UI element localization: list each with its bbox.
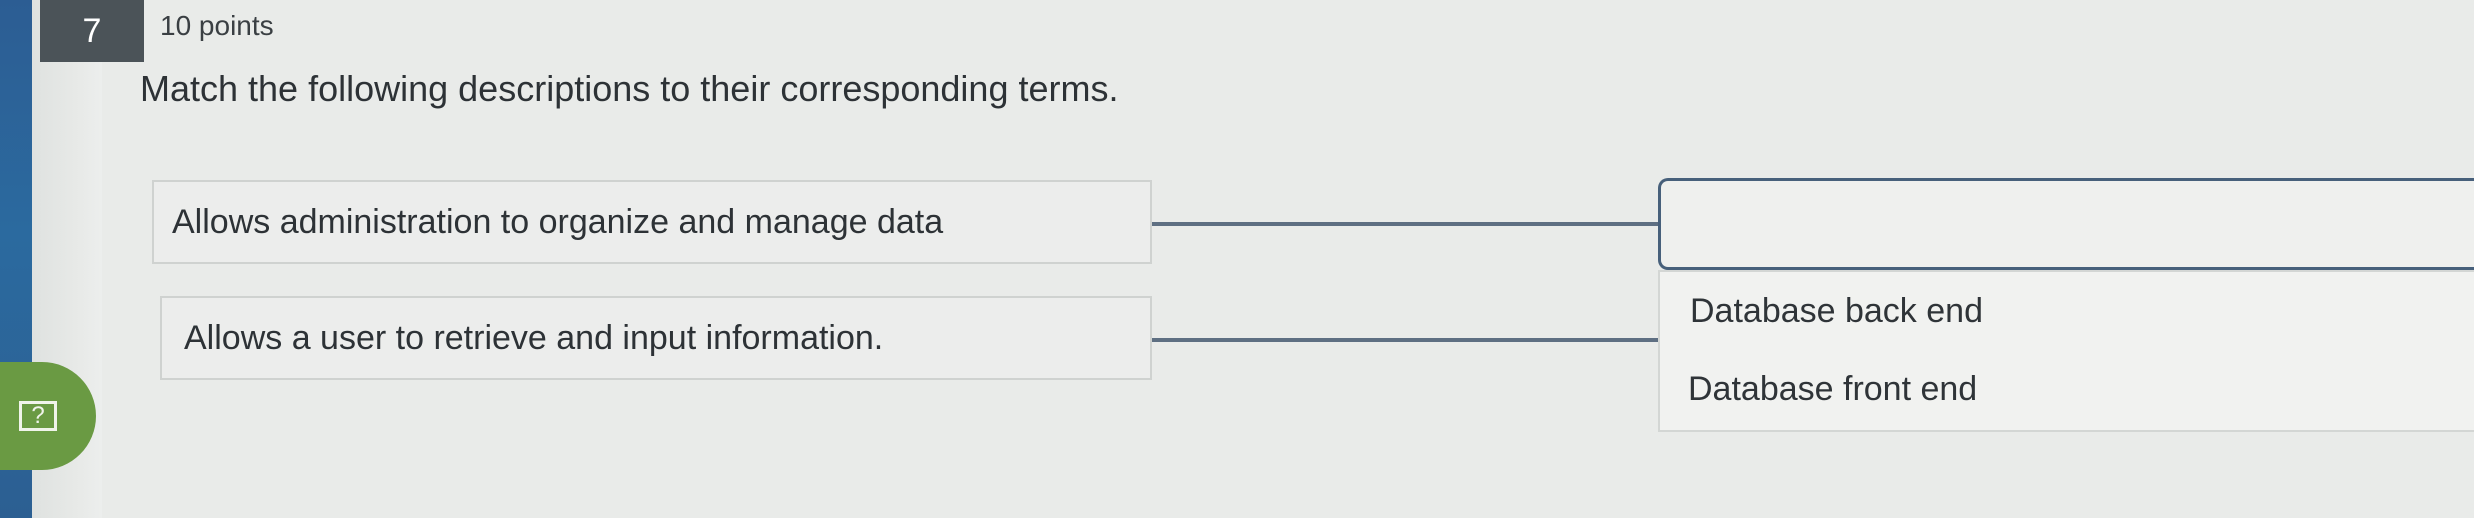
- question-points: 10 points: [160, 10, 274, 41]
- question-number: 7: [82, 11, 102, 50]
- description-label-2: Allows a user to retrieve and input info…: [184, 318, 884, 357]
- description-item-1[interactable]: Allows administration to organize and ma…: [152, 180, 1152, 264]
- connector-line-2: [1152, 338, 1658, 342]
- option-database-front-end[interactable]: Database front end: [1688, 370, 1977, 409]
- connector-line-1: [1152, 222, 1658, 226]
- answer-options-list: Database back end Database front end: [1658, 270, 2474, 432]
- question-mark-icon: ?: [19, 401, 57, 431]
- description-item-2[interactable]: Allows a user to retrieve and input info…: [160, 296, 1152, 380]
- question-number-badge: 7: [40, 0, 144, 62]
- answer-dropdown-target[interactable]: [1658, 178, 2474, 270]
- option-database-back-end[interactable]: Database back end: [1690, 292, 1983, 331]
- description-label-1: Allows administration to organize and ma…: [172, 202, 944, 241]
- question-prompt: Match the following descriptions to thei…: [140, 68, 1119, 109]
